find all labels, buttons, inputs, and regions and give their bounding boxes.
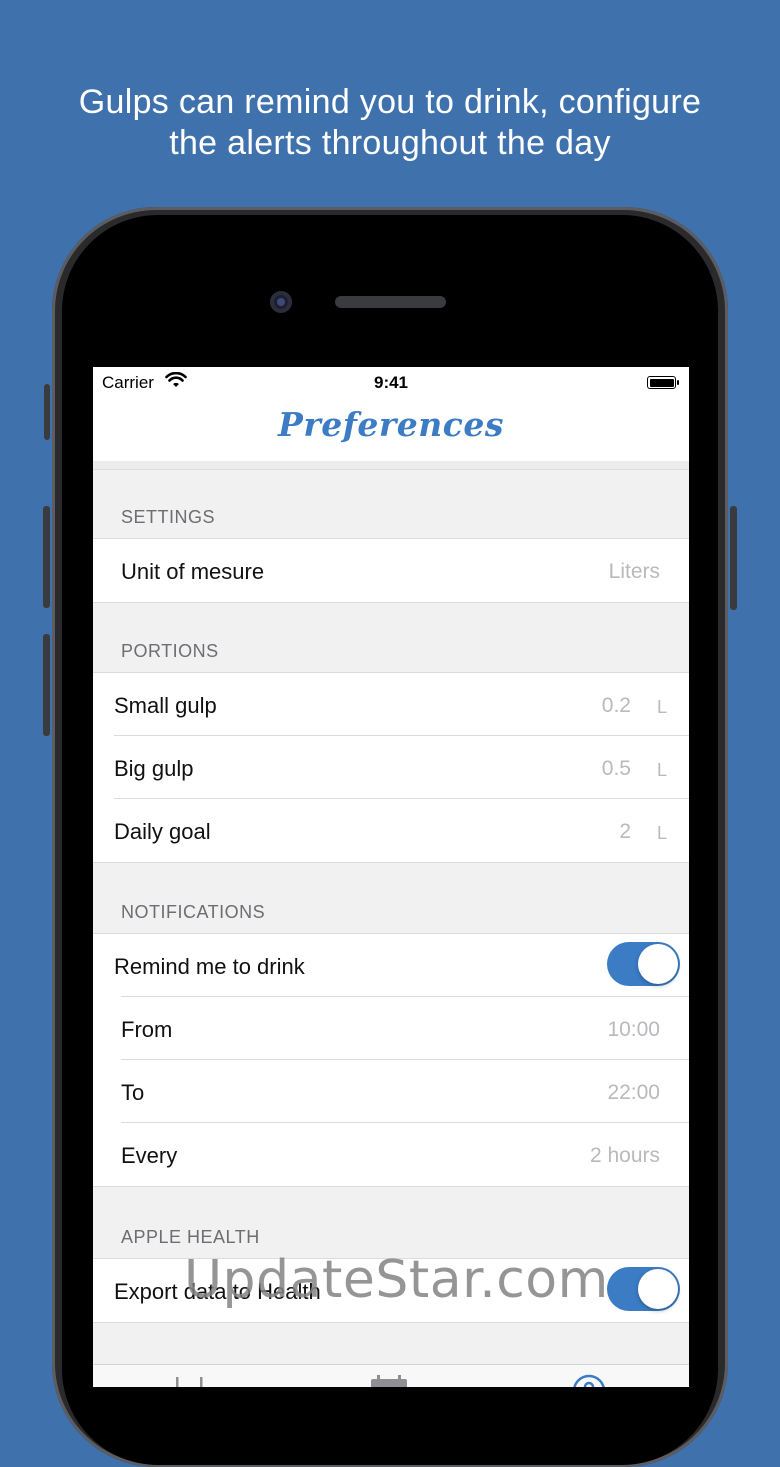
portions-group: Small gulp 0.2 L Big gulp 0.5 L Daily go… — [93, 672, 689, 863]
status-time: 9:41 — [373, 373, 409, 392]
phone-screen: Carrier 9:41 Preferences SETTINGS Unit o… — [93, 367, 689, 1387]
front-camera — [270, 291, 292, 313]
navigation-bar: Preferences — [93, 399, 689, 462]
headline-line-2: the alerts throughout the day — [169, 124, 611, 162]
earpiece-speaker — [335, 296, 446, 308]
settings-group: Unit of mesure Liters — [93, 538, 689, 603]
daily-goal-value[interactable]: 2 — [619, 820, 631, 844]
big-gulp-label: Big gulp — [114, 756, 194, 781]
section-header-apple-health: APPLE HEALTH — [121, 1227, 260, 1247]
from-value: 10:00 — [607, 1018, 660, 1041]
remind-me-label: Remind me to drink — [114, 954, 305, 979]
to-label: To — [121, 1080, 145, 1105]
calendar-icon[interactable] — [370, 1373, 408, 1387]
small-gulp-label: Small gulp — [114, 693, 217, 718]
every-label: Every — [121, 1143, 178, 1168]
phone-volume-up — [43, 506, 50, 608]
remind-me-toggle[interactable] — [607, 942, 680, 986]
from-label: From — [121, 1017, 173, 1042]
chart-icon[interactable] — [173, 1373, 207, 1387]
unit-of-measure-value: Liters — [608, 560, 660, 583]
to-row[interactable]: To 22:00 — [93, 1059, 689, 1123]
big-gulp-row[interactable]: Big gulp 0.5 L — [93, 735, 689, 799]
big-gulp-unit: L — [656, 760, 667, 780]
status-bar: Carrier 9:41 — [93, 367, 689, 399]
every-row[interactable]: Every 2 hours — [93, 1122, 689, 1186]
big-gulp-value[interactable]: 0.5 — [602, 757, 631, 781]
small-gulp-unit: L — [656, 697, 667, 717]
battery-icon — [647, 376, 679, 389]
small-gulp-value[interactable]: 0.2 — [602, 694, 631, 718]
notifications-group: Remind me to drink From 10:00 To 22:00 E… — [93, 933, 689, 1187]
settings-icon[interactable] — [571, 1373, 607, 1387]
phone-mute-switch — [44, 384, 50, 440]
page-title: Preferences — [278, 405, 504, 444]
every-value: 2 hours — [589, 1144, 660, 1167]
headline-line-1: Gulps can remind you to drink, configure — [78, 83, 702, 121]
export-health-toggle[interactable] — [607, 1267, 680, 1311]
tab-bar — [93, 1364, 689, 1387]
headline: Gulps can remind you to drink, configure… — [0, 82, 780, 164]
daily-goal-unit: L — [656, 823, 667, 843]
section-header-settings: SETTINGS — [121, 507, 216, 527]
from-row[interactable]: From 10:00 — [93, 996, 689, 1060]
remind-me-row: Remind me to drink — [93, 934, 689, 997]
section-header-notifications: NOTIFICATIONS — [121, 902, 266, 922]
watermark: UpdateStar.com — [184, 1250, 609, 1310]
unit-of-measure-label: Unit of mesure — [121, 559, 265, 584]
section-header-portions: PORTIONS — [121, 641, 219, 661]
daily-goal-row[interactable]: Daily goal 2 L — [93, 798, 689, 862]
to-value: 22:00 — [607, 1081, 660, 1104]
daily-goal-label: Daily goal — [114, 819, 211, 844]
small-gulp-row[interactable]: Small gulp 0.2 L — [93, 673, 689, 736]
navbar-separator — [93, 461, 689, 470]
phone-power-button — [730, 506, 737, 610]
unit-of-measure-row[interactable]: Unit of mesure Liters — [93, 539, 689, 602]
phone-volume-down — [43, 634, 50, 736]
